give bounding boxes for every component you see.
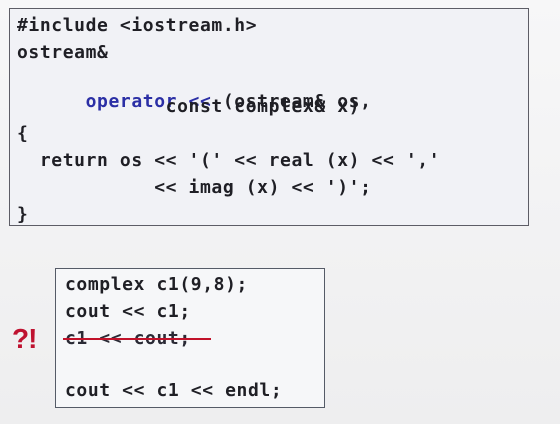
code-line-4: const complex& x) bbox=[17, 96, 361, 117]
example-line-2: cout << c1; bbox=[65, 301, 191, 322]
slide: #include <iostream.h> ostream& operator … bbox=[0, 0, 560, 424]
example-line-1: complex c1(9,8); bbox=[65, 274, 248, 295]
code-line-2: ostream& bbox=[17, 42, 109, 63]
warning-mark: ?! bbox=[12, 323, 37, 354]
code-line-1: #include <iostream.h> bbox=[17, 15, 258, 36]
operator-code-panel: #include <iostream.h> ostream& operator … bbox=[9, 8, 529, 226]
code-line-6: return os << '(' << real (x) << ',' bbox=[17, 150, 441, 171]
code-line-5: { bbox=[17, 123, 29, 144]
code-line-8: } bbox=[17, 204, 29, 225]
code-line-7: << imag (x) << ')'; bbox=[17, 177, 372, 198]
example-line-4-highlighted: cout << c1 << endl; bbox=[65, 380, 283, 401]
strike-through-line bbox=[63, 338, 211, 340]
